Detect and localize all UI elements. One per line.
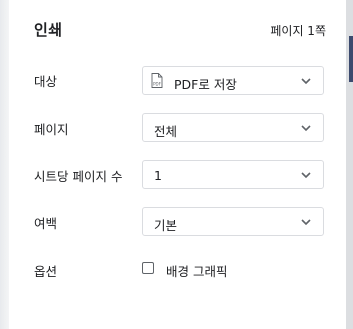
chevron-down-icon [301, 219, 311, 226]
scrollbar-thumb[interactable] [349, 36, 353, 82]
print-settings-panel: 인쇄 페이지 1쪽 대상 PDF PDF로 저장 페이지 전체 시트당 페이지 … [9, 0, 346, 329]
pages-label: 페이지 [34, 122, 69, 137]
margins-label: 여백 [34, 216, 58, 231]
preview-area-edge [0, 0, 9, 329]
pages-value: 전체 [154, 124, 178, 139]
options-label: 옵션 [34, 264, 58, 279]
pages-per-sheet-value: 1 [154, 168, 162, 183]
pages-select[interactable]: 전체 [142, 113, 324, 142]
pages-per-sheet-label: 시트당 페이지 수 [34, 169, 123, 184]
pages-per-sheet-select[interactable]: 1 [142, 160, 324, 189]
chevron-down-icon [301, 125, 311, 132]
scrollbar-track[interactable] [346, 0, 353, 329]
svg-text:PDF: PDF [153, 82, 161, 87]
page-count-summary: 페이지 1쪽 [270, 24, 326, 38]
destination-value: PDF로 저장 [174, 77, 237, 92]
background-graphics-checkbox[interactable] [142, 262, 154, 274]
destination-select[interactable]: PDF PDF로 저장 [142, 66, 324, 95]
chevron-down-icon [301, 78, 311, 85]
margins-value: 기본 [154, 218, 178, 233]
chevron-down-icon [301, 172, 311, 179]
pdf-file-icon: PDF [151, 73, 163, 88]
margins-select[interactable]: 기본 [142, 207, 324, 236]
dialog-title: 인쇄 [34, 21, 63, 39]
destination-label: 대상 [34, 74, 58, 89]
background-graphics-label[interactable]: 배경 그래픽 [166, 261, 227, 280]
